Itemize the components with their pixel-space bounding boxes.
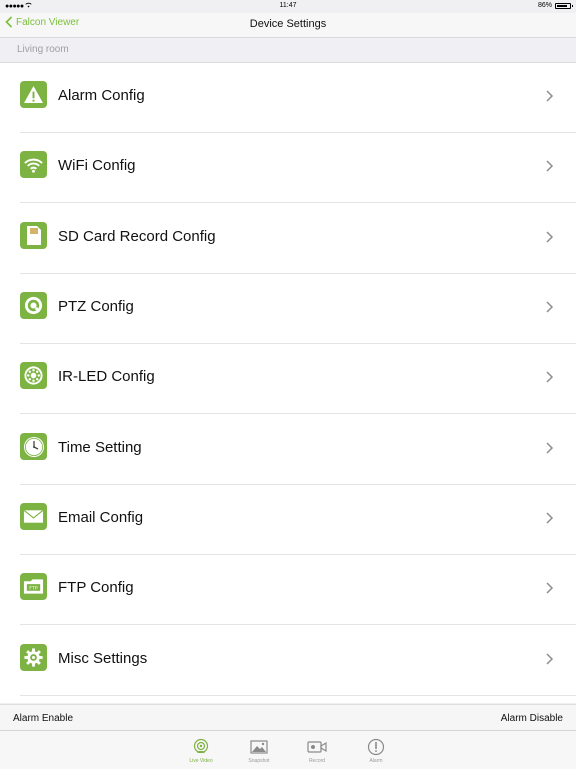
tab-label: Alarm	[369, 758, 383, 764]
settings-row-ftp-config[interactable]: FTP FTP Config	[0, 555, 576, 625]
page-title: Device Settings	[249, 18, 327, 30]
section-header-label: Living room	[17, 44, 69, 55]
chevron-right-icon	[546, 160, 554, 172]
tab-alarm[interactable]: Alarm	[351, 735, 401, 767]
row-divider	[20, 624, 576, 625]
row-divider	[20, 202, 576, 203]
settings-row-label: Misc Settings	[58, 650, 148, 667]
settings-row-email-config[interactable]: Email Config	[0, 485, 576, 555]
status-time: 11:47	[279, 2, 297, 9]
live-video-icon	[193, 738, 209, 754]
clock-icon	[20, 433, 47, 460]
alarm-control-bar: Alarm Enable Alarm Disable	[0, 704, 576, 731]
section-header: Living room	[0, 38, 576, 63]
settings-row-label: Alarm Config	[58, 87, 145, 104]
email-icon	[20, 503, 47, 530]
chevron-right-icon	[546, 512, 554, 524]
sd-card-icon	[20, 222, 47, 249]
chevron-right-icon	[546, 653, 554, 665]
row-divider	[20, 413, 576, 414]
alarm-warning-icon	[20, 81, 47, 108]
tab-snapshot[interactable]: Snapshot	[234, 735, 284, 767]
settings-row-time-setting[interactable]: Time Setting	[0, 415, 576, 485]
settings-row-label: IR-LED Config	[58, 368, 155, 385]
settings-row-ptz-config[interactable]: PTZ Config	[0, 274, 576, 344]
alarm-enable-button[interactable]: Alarm Enable	[13, 713, 73, 724]
row-divider	[20, 695, 576, 696]
tab-label: Live Video	[189, 758, 213, 764]
settings-row-misc-settings[interactable]: Misc Settings	[0, 626, 576, 696]
battery-fill	[557, 4, 567, 7]
settings-list: Alarm Config WiFi Config SD Card Record …	[0, 63, 576, 703]
settings-row-alarm-config[interactable]: Alarm Config	[0, 63, 576, 133]
chevron-right-icon	[546, 371, 554, 383]
svg-text:FTP: FTP	[29, 586, 38, 592]
ir-led-icon	[20, 362, 47, 389]
tab-label: Record	[308, 758, 326, 764]
gear-icon	[20, 644, 47, 671]
chevron-right-icon	[546, 90, 554, 102]
record-icon	[307, 741, 327, 753]
tab-live-video[interactable]: Live Video	[176, 735, 226, 767]
chevron-right-icon	[546, 231, 554, 243]
settings-row-wifi-config[interactable]: WiFi Config	[0, 133, 576, 203]
alarm-disable-button[interactable]: Alarm Disable	[501, 713, 563, 724]
settings-row-label: PTZ Config	[58, 298, 134, 315]
snapshot-icon	[250, 740, 268, 754]
settings-row-label: Email Config	[58, 509, 144, 526]
status-bar: ●●●●● 11:47 86%	[0, 0, 576, 13]
battery-indicator: 86%	[537, 2, 573, 9]
settings-row-label: FTP Config	[58, 579, 134, 596]
ptz-icon	[20, 292, 47, 319]
settings-row-label: SD Card Record Config	[58, 228, 216, 245]
alarm-tab-icon	[367, 738, 385, 756]
wifi-icon	[20, 151, 47, 178]
chevron-right-icon	[546, 301, 554, 313]
settings-row-label: WiFi Config	[58, 157, 136, 174]
tab-bar: Live Video Snapshot Record Alarm	[0, 730, 576, 769]
settings-row-ir-led-config[interactable]: IR-LED Config	[0, 344, 576, 414]
settings-row-sd-card-record-config[interactable]: SD Card Record Config	[0, 204, 576, 274]
chevron-right-icon	[546, 582, 554, 594]
ftp-icon: FTP	[20, 573, 47, 600]
navigation-bar: Falcon Viewer Device Settings	[0, 13, 576, 38]
settings-row-label: Time Setting	[58, 439, 142, 456]
battery-percent: 86%	[537, 2, 552, 9]
chevron-right-icon	[546, 442, 554, 454]
tab-label: Snapshot	[248, 758, 270, 764]
battery-icon	[555, 2, 573, 9]
tab-record[interactable]: Record	[292, 735, 342, 767]
